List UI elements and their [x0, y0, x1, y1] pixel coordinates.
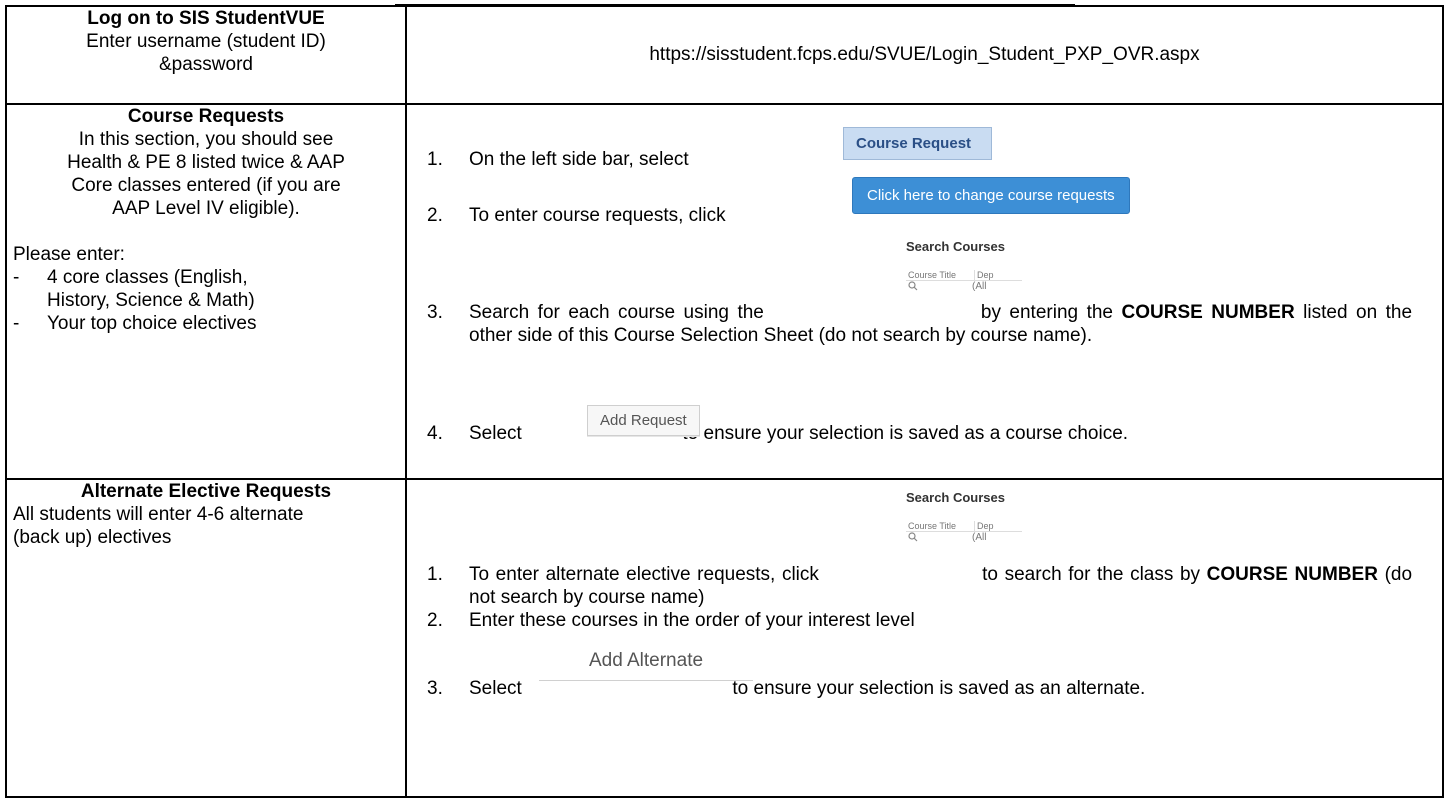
- course-requests-desc-2: Health & PE 8 listed twice & AAP: [67, 152, 345, 173]
- row-logon: Log on to SIS StudentVUE Enter username …: [5, 5, 1444, 105]
- logon-label-cell: Log on to SIS StudentVUE Enter username …: [5, 5, 407, 105]
- change-course-requests-button[interactable]: Click here to change course requests: [852, 177, 1130, 214]
- course-requests-title: Course Requests: [127, 106, 285, 127]
- search-courses-header: Search Courses: [906, 239, 1005, 254]
- dept-column: Dep: [977, 521, 994, 531]
- alternate-steps-cell: Search Courses Course Title Dep (All 1. …: [405, 478, 1444, 798]
- search-courses-header: Search Courses: [906, 490, 1005, 505]
- search-courses-widget[interactable]: Search Courses Course Title Dep (All: [906, 239, 1022, 294]
- course-requests-desc-3: Core classes entered (if you are: [71, 175, 341, 196]
- bullet-item: - Your top choice electives: [13, 313, 257, 334]
- logon-desc-1: Enter username (student ID): [86, 31, 326, 52]
- please-enter-label: Please enter:: [13, 244, 125, 265]
- course-requests-bullets: - 4 core classes (English, History, Scie…: [13, 266, 399, 335]
- magnifier-icon: [906, 532, 972, 545]
- course-title-column: Course Title: [906, 270, 975, 280]
- logon-desc-2: &password: [159, 54, 253, 75]
- course-requests-desc-1: In this section, you should see: [78, 129, 334, 150]
- logon-url-cell: https://sisstudent.fcps.edu/SVUE/Login_S…: [405, 5, 1444, 105]
- row-alternate-requests: Alternate Elective Requests All students…: [5, 478, 1444, 798]
- add-alternate-button[interactable]: Add Alternate: [539, 646, 753, 681]
- magnifier-icon: [906, 281, 972, 294]
- course-requests-label-cell: Course Requests In this section, you sho…: [5, 103, 407, 480]
- course-request-button[interactable]: Course Request: [843, 127, 992, 160]
- instructions-table: Log on to SIS StudentVUE Enter username …: [5, 5, 1444, 798]
- alternate-label-cell: Alternate Elective Requests All students…: [5, 478, 407, 798]
- dept-column: Dep: [977, 270, 994, 280]
- course-requests-steps-cell: 1. On the left side bar, select Course R…: [405, 103, 1444, 480]
- dept-filter-value: (All: [972, 532, 987, 543]
- alternate-desc-1: All students will enter 4-6 alternate: [13, 504, 304, 525]
- search-courses-widget-alt[interactable]: Search Courses Course Title Dep (All: [906, 490, 1022, 545]
- course-title-column: Course Title: [906, 521, 975, 531]
- alternate-desc-2: (back up) electives: [13, 527, 172, 548]
- add-request-button[interactable]: Add Request: [587, 405, 700, 436]
- logon-title: Log on to SIS StudentVUE: [87, 8, 325, 29]
- row-course-requests: Course Requests In this section, you sho…: [5, 103, 1444, 480]
- bullet-item: - 4 core classes (English, History, Scie…: [13, 267, 255, 311]
- login-url-link[interactable]: https://sisstudent.fcps.edu/SVUE/Login_S…: [649, 44, 1199, 65]
- course-requests-desc-4: AAP Level IV eligible).: [112, 198, 300, 219]
- alternate-title: Alternate Elective Requests: [80, 481, 332, 502]
- dept-filter-value: (All: [972, 281, 987, 292]
